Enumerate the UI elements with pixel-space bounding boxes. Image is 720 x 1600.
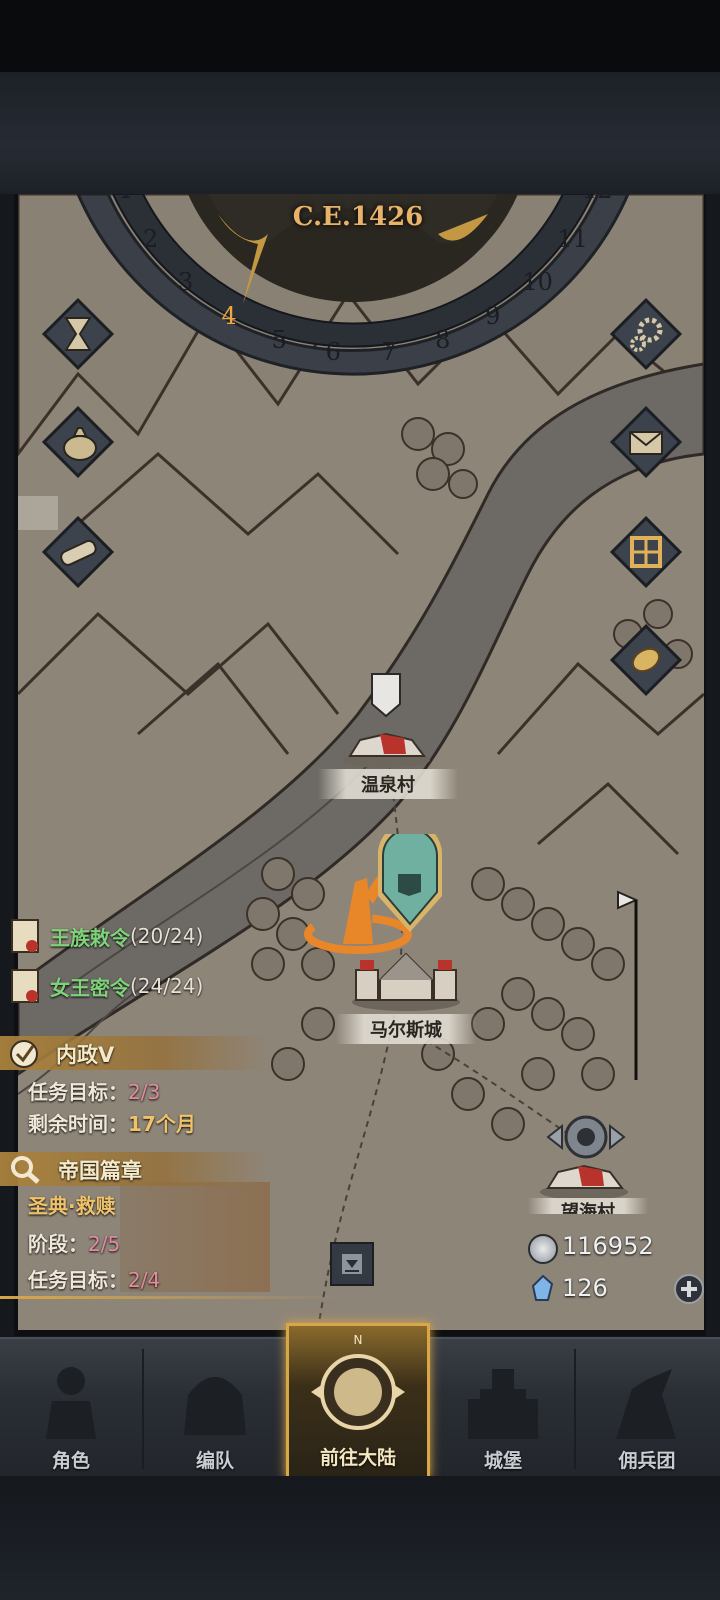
quest-target-line: 任务目标：2/4 bbox=[28, 1264, 160, 1293]
nav-item-continent[interactable]: N 前往大陆 bbox=[286, 1323, 430, 1479]
crystal-icon bbox=[530, 1274, 556, 1302]
helmet-icon bbox=[184, 1377, 246, 1435]
location-label-village2[interactable]: 望海村 bbox=[528, 1198, 648, 1214]
quest-stage-value: 2/5 bbox=[88, 1232, 121, 1256]
order-count: (20/24) bbox=[130, 924, 204, 948]
location-label-city[interactable]: 马尔斯城 bbox=[336, 1014, 476, 1044]
svg-text:N: N bbox=[354, 1333, 363, 1347]
flag-pole bbox=[616, 888, 656, 1088]
calendar-month: 6 bbox=[325, 338, 341, 367]
gear-icon bbox=[609, 297, 683, 371]
plus-icon bbox=[681, 1281, 697, 1297]
calendar-month: 5 bbox=[271, 326, 287, 355]
quest-title-bar: 内政V bbox=[0, 1036, 270, 1070]
quest-panel-domestic[interactable]: 内政V 任务目标：2/3 剩余时间：17个月 bbox=[0, 1036, 270, 1136]
hourglass-icon bbox=[41, 297, 115, 371]
nav-label: 编队 bbox=[195, 1450, 234, 1472]
calendar-month: 12 bbox=[582, 194, 613, 204]
quest-target-value: 2/4 bbox=[128, 1268, 161, 1292]
money-bag-icon bbox=[41, 405, 115, 479]
mercenary-icon bbox=[616, 1369, 676, 1439]
magnifier-icon bbox=[11, 1156, 40, 1184]
nav-label: 城堡 bbox=[483, 1450, 522, 1472]
grid-button[interactable] bbox=[606, 512, 686, 592]
quest-time-value: 17个月 bbox=[128, 1112, 196, 1136]
calendar-month: 11 bbox=[557, 225, 588, 254]
quest-title-bar: 帝国篇章 bbox=[0, 1152, 270, 1186]
quest-target-value: 2/3 bbox=[128, 1080, 161, 1104]
knight-icon bbox=[46, 1367, 96, 1439]
village-icon[interactable] bbox=[340, 724, 432, 768]
queen-order-icon bbox=[11, 969, 39, 1003]
village-marker-flag bbox=[370, 672, 402, 718]
calendar-month: 4 bbox=[221, 302, 237, 331]
quest-target-line: 任务目标：2/3 bbox=[28, 1076, 160, 1105]
order-row-royal[interactable]: 王族敕令 (20/24) bbox=[0, 918, 203, 954]
settings-button[interactable] bbox=[606, 294, 686, 374]
castle-icon bbox=[468, 1369, 538, 1439]
nav-label: 前往大陆 bbox=[319, 1447, 396, 1469]
nav-item-mercenary[interactable]: 佣兵团 bbox=[576, 1339, 718, 1479]
calendar-month: 7 bbox=[381, 338, 397, 367]
side-tab[interactable] bbox=[18, 496, 58, 530]
quest-title: 内政V bbox=[56, 1043, 115, 1067]
order-row-queen[interactable]: 女王密令 (24/24) bbox=[0, 968, 203, 1004]
quest-target-label: 任务目标： bbox=[28, 1268, 128, 1292]
calendar-month: 1 bbox=[112, 194, 140, 204]
calendar-month: 2 bbox=[143, 225, 159, 254]
coin-icon bbox=[609, 623, 683, 697]
city-icon[interactable] bbox=[350, 940, 462, 1012]
add-crystal-button[interactable] bbox=[674, 1274, 704, 1304]
location-label-village1[interactable]: 温泉村 bbox=[318, 769, 458, 799]
hourglass-button[interactable] bbox=[38, 294, 118, 374]
quest-title: 帝国篇章 bbox=[58, 1159, 142, 1183]
nav-label: 佣兵团 bbox=[618, 1450, 676, 1472]
village-icon-2[interactable] bbox=[538, 1156, 630, 1200]
silver-amount: 116952 bbox=[562, 1232, 654, 1260]
mail-button[interactable] bbox=[606, 402, 686, 482]
status-bar-area bbox=[0, 0, 720, 72]
quest-divider bbox=[0, 1296, 340, 1299]
nav-label: 角色 bbox=[51, 1450, 90, 1472]
calendar-month: 9 bbox=[485, 302, 501, 331]
calendar-month: 3 bbox=[177, 268, 194, 297]
chevron-down-icon bbox=[342, 1254, 362, 1274]
silver-coin-icon bbox=[528, 1234, 558, 1264]
crystal-amount: 126 bbox=[562, 1274, 608, 1302]
calendar-month: 10 bbox=[522, 268, 553, 297]
calendar-month: 8 bbox=[435, 326, 451, 355]
mail-icon bbox=[609, 405, 683, 479]
calendar-year: C.E.1426 bbox=[292, 202, 424, 232]
grid-icon bbox=[609, 515, 683, 589]
bottom-area bbox=[0, 1476, 720, 1600]
quest-stage-label: 阶段： bbox=[28, 1232, 88, 1256]
quest-subtitle: 圣典·救赎 bbox=[28, 1194, 116, 1218]
nav-item-character[interactable]: 角色 bbox=[0, 1339, 142, 1479]
quest-time-line: 剩余时间：17个月 bbox=[28, 1108, 196, 1137]
collapse-panel-button[interactable] bbox=[330, 1242, 374, 1286]
quest-panel-empire[interactable]: 帝国篇章 圣典·救赎 阶段：2/5 任务目标：2/4 bbox=[0, 1152, 270, 1296]
quest-time-label: 剩余时间： bbox=[28, 1112, 128, 1136]
check-icon bbox=[10, 1040, 38, 1068]
money-bag-button[interactable] bbox=[38, 402, 118, 482]
nav-item-castle[interactable]: 城堡 bbox=[432, 1339, 574, 1479]
royal-decree-icon bbox=[11, 919, 39, 953]
order-name: 王族敕令 bbox=[50, 925, 130, 950]
nav-item-formation[interactable]: 编队 bbox=[144, 1339, 286, 1479]
order-count: (24/24) bbox=[130, 974, 204, 998]
quest-stage-line: 阶段：2/5 bbox=[28, 1228, 120, 1257]
compass-icon: N bbox=[311, 1333, 405, 1430]
bottom-nav: 角色 编队 N 前往大陆 城堡 佣兵团 bbox=[0, 1323, 720, 1479]
top-banner bbox=[0, 72, 720, 194]
coin-button[interactable] bbox=[606, 620, 686, 700]
quest-target-label: 任务目标： bbox=[28, 1080, 128, 1104]
order-name: 女王密令 bbox=[50, 975, 130, 1000]
